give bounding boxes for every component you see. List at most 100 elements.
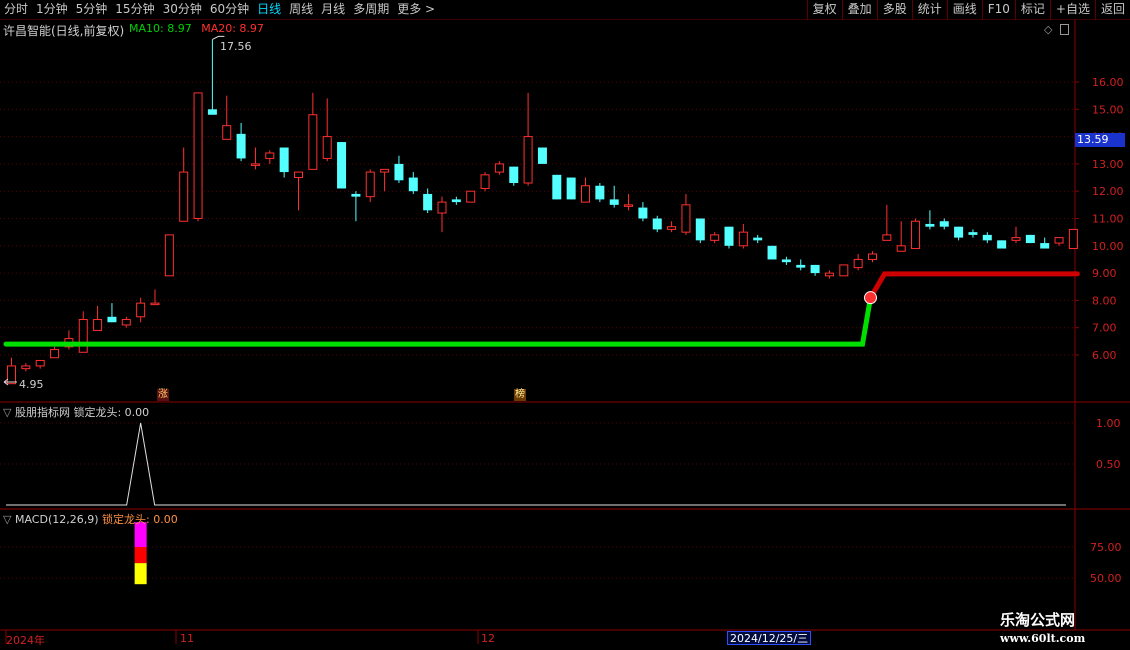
- candle-body: [1068, 228, 1078, 250]
- candle-body: [810, 264, 820, 274]
- candle-body: [380, 168, 390, 173]
- toolbar-button-0[interactable]: 复权: [806, 0, 842, 20]
- toolbar-button-2[interactable]: 多股: [876, 0, 912, 20]
- indicator1-collapse-icon[interactable]: ▽: [3, 406, 11, 419]
- price-tick-label: 11.00: [1092, 213, 1124, 226]
- ranking-tag[interactable]: 榜: [514, 389, 526, 401]
- candle-body: [968, 232, 978, 235]
- candle-body: [236, 133, 246, 159]
- candle-body: [581, 185, 590, 203]
- candle-body: [294, 171, 303, 179]
- candle-body: [193, 92, 203, 219]
- candle-body: [796, 264, 806, 268]
- candle-body: [609, 199, 619, 205]
- tab-period-10[interactable]: 更多 >: [393, 0, 439, 20]
- toolbar-button-5[interactable]: F10: [981, 0, 1015, 20]
- candle-body: [853, 258, 863, 269]
- candle-body: [552, 174, 562, 200]
- candle-body: [136, 302, 146, 318]
- candle-body: [121, 319, 131, 326]
- indicator1-title: 股朋指标网 锁定龙头: 0.00: [14, 406, 150, 419]
- candle-body: [681, 204, 691, 233]
- toolbar: 分时 1分钟 5分钟 15分钟 30分钟 60分钟 日线 周线 月线 多周期 更多 > 复权 叠加 多股…: [0, 0, 1130, 20]
- candle-body: [781, 259, 791, 263]
- candle-body: [437, 201, 447, 214]
- macd-value: 锁定龙头: 0.00: [102, 513, 178, 526]
- candle-body: [652, 218, 662, 230]
- toolbar-button-1[interactable]: 叠加: [841, 0, 877, 20]
- date-year: 2024年: [6, 634, 45, 647]
- candle-body: [164, 234, 174, 277]
- indicator1-tick-1: 1.00: [1096, 417, 1121, 430]
- macd-header: ▽ MACD(12,26,9) 锁定龙头: 0.00: [3, 511, 178, 527]
- tab-period-6[interactable]: 日线: [253, 0, 285, 20]
- watermark-title: 乐淘公式网: [1000, 611, 1076, 629]
- macd-collapse-icon[interactable]: ▽: [3, 513, 11, 526]
- high-price-mark: 17.56: [220, 40, 252, 53]
- candle-body: [423, 193, 433, 211]
- candle-body: [150, 302, 160, 306]
- candle-body: [896, 245, 906, 252]
- price-tick-label: 15.00: [1092, 103, 1124, 116]
- chart-canvas[interactable]: 16.0015.0014.0013.0012.0011.0010.009.008…: [0, 0, 1130, 650]
- price-tick-label: 7.00: [1092, 322, 1117, 335]
- toolbar-button-7[interactable]: +自选: [1049, 0, 1095, 20]
- candle-body: [738, 231, 748, 247]
- candle-body: [753, 237, 763, 241]
- candle-body: [207, 109, 217, 115]
- price-tick-label: 12.00: [1092, 185, 1124, 198]
- candle-body: [308, 114, 318, 170]
- tab-period-1[interactable]: 1分钟: [32, 0, 72, 20]
- macd-bar-segment: [134, 547, 147, 564]
- candle-body: [624, 204, 634, 207]
- candle-body: [1040, 243, 1050, 249]
- candle-body: [466, 190, 476, 203]
- candle-body: [1054, 237, 1064, 244]
- candle-body: [868, 253, 877, 260]
- limit-up-tag[interactable]: 涨: [157, 389, 169, 401]
- current-price-badge: 13.59: [1075, 133, 1125, 147]
- candle-body: [767, 245, 777, 260]
- candle-body: [7, 365, 16, 385]
- candle-body: [911, 220, 921, 250]
- low-price-mark: 4.95: [19, 378, 44, 391]
- tab-period-4[interactable]: 30分钟: [159, 0, 206, 20]
- tab-period-3[interactable]: 15分钟: [111, 0, 158, 20]
- macd-tick-1: 75.00: [1090, 541, 1122, 554]
- toolbar-button-3[interactable]: 统计: [911, 0, 947, 20]
- candle-body: [408, 177, 418, 192]
- tab-period-2[interactable]: 5分钟: [72, 0, 112, 20]
- signal-marker-icon: [864, 291, 877, 305]
- candle-body: [451, 199, 461, 203]
- tab-period-7[interactable]: 周线: [285, 0, 317, 20]
- panel-toggle-icon[interactable]: [1060, 24, 1069, 35]
- candle-body: [882, 234, 892, 241]
- price-tick-label: 8.00: [1092, 294, 1117, 307]
- tab-period-8[interactable]: 月线: [317, 0, 349, 20]
- candle-body: [222, 125, 232, 140]
- ma20-label: MA20: 8.97: [201, 22, 264, 35]
- candle-body: [35, 359, 45, 367]
- tab-period-5[interactable]: 60分钟: [206, 0, 253, 20]
- tab-period-0[interactable]: 分时: [0, 0, 32, 20]
- tab-period-9[interactable]: 多周期: [349, 0, 393, 20]
- toolbar-button-8[interactable]: 返回: [1094, 0, 1130, 20]
- candle-body: [351, 193, 361, 197]
- candle-body: [667, 226, 677, 230]
- candle-body: [824, 272, 834, 277]
- stock-title: 许昌智能(日线,前复权): [3, 24, 125, 38]
- toolbar-button-6[interactable]: 标记: [1014, 0, 1050, 20]
- candle-body: [523, 136, 533, 184]
- candle-body: [724, 226, 734, 246]
- diamond-icon[interactable]: ◇: [1044, 23, 1052, 36]
- macd-bar-segment: [134, 563, 147, 585]
- price-tick-label: 13.00: [1092, 158, 1124, 171]
- period-tabs: 分时 1分钟 5分钟 15分钟 30分钟 60分钟 日线 周线 月线 多周期 更多 >: [0, 0, 439, 20]
- date-nov: 11: [180, 632, 194, 645]
- indicator1-header: ▽ 股朋指标网 锁定龙头: 0.00: [3, 404, 149, 420]
- toolbar-button-4[interactable]: 画线: [946, 0, 982, 20]
- price-tick-label: 10.00: [1092, 240, 1124, 253]
- price-tick-label: 9.00: [1092, 267, 1117, 280]
- action-buttons: 复权 叠加 多股 统计 画线 F10 标记 +自选 返回: [806, 0, 1130, 20]
- candle-body: [337, 142, 347, 189]
